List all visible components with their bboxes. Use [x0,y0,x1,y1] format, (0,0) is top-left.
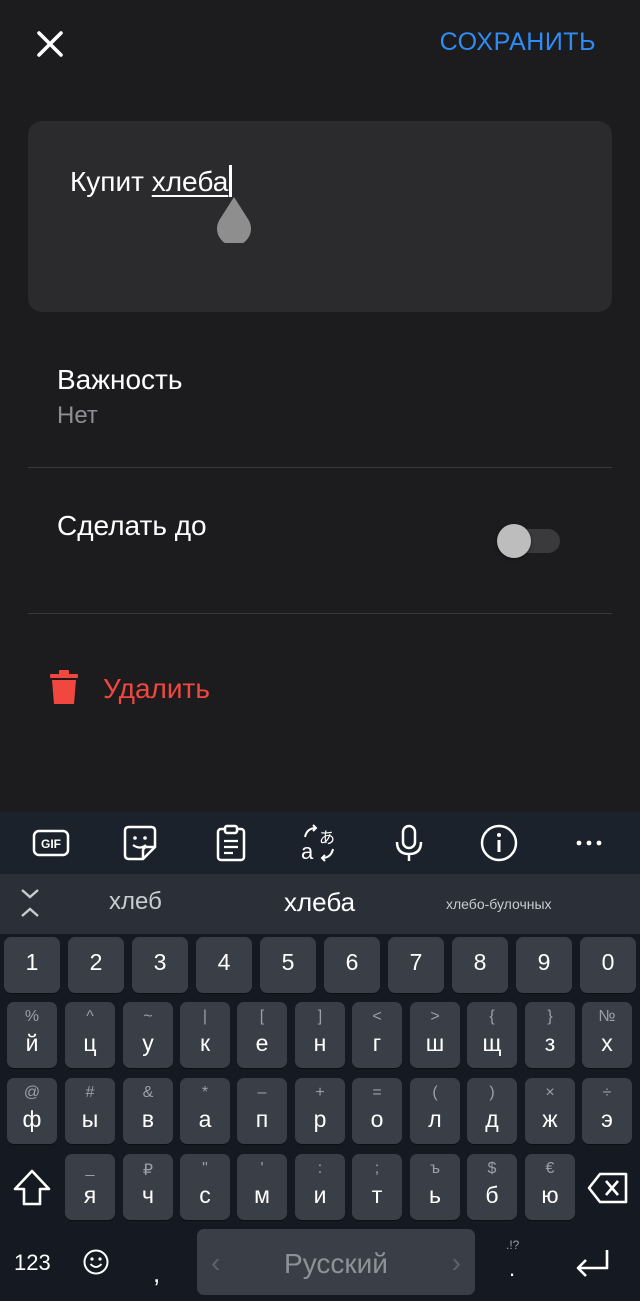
backspace-icon[interactable] [586,1170,630,1206]
info-icon[interactable] [479,823,519,863]
key-0[interactable]: 0 [580,937,636,993]
delete-button[interactable]: Удалить [40,660,340,716]
suggestion-item[interactable]: хлеб [109,888,162,916]
comma-key[interactable]: , [153,1258,160,1289]
letter-key[interactable]: {щ [467,1002,517,1068]
period-key-alt: .!? [506,1238,520,1252]
more-icon[interactable] [569,823,609,863]
emoji-icon[interactable] [82,1248,110,1276]
delete-label: Удалить [103,673,210,704]
letter-key[interactable]: | к [180,1002,230,1068]
letter-key[interactable]: } з [525,1002,575,1068]
letter-key[interactable]: @ ф [7,1078,57,1144]
letter-key[interactable]: (л [410,1078,460,1144]
letter-key[interactable]: ' м [237,1154,287,1220]
keyboard-toolbar: GIF a あ [0,812,640,874]
microphone-icon[interactable] [389,823,429,863]
deadline-toggle[interactable] [497,524,560,558]
deadline-title: Сделать до [57,510,207,541]
key-5[interactable]: 5 [260,937,316,993]
importance-title: Важность [57,364,183,395]
suggestion-bar: хлеб хлеба хлебо-булочных [0,874,640,934]
letter-key[interactable]: & в [123,1078,173,1144]
letter-key[interactable]: = о [352,1078,402,1144]
letter-key[interactable]: $ б [467,1154,517,1220]
letter-key[interactable]: ÷ э [582,1078,632,1144]
letter-key[interactable]: € ю [525,1154,575,1220]
divider [28,613,612,614]
toggle-knob [497,524,531,558]
key-7[interactable]: 7 [388,937,444,993]
space-bar[interactable]: ‹ Русский › [197,1229,475,1295]
shift-icon[interactable] [10,1166,54,1210]
letter-key[interactable]: [е [237,1002,287,1068]
cursor-handle-icon[interactable] [214,197,254,243]
suggestion-item[interactable]: хлебо-булочных [446,896,552,912]
task-text-prefix: Купит [70,166,152,197]
symbols-key[interactable]: 123 [14,1250,51,1276]
letter-key[interactable]: * а [180,1078,230,1144]
letter-key[interactable]: № х [582,1002,632,1068]
letter-key[interactable]: :и [295,1154,345,1220]
letter-key[interactable]: < г [352,1002,402,1068]
key-4[interactable]: 4 [196,937,252,993]
enter-icon[interactable] [572,1247,612,1279]
letter-key[interactable]: ~ у [123,1002,173,1068]
letter-key[interactable]: + р [295,1078,345,1144]
letter-key[interactable]: ; т [352,1154,402,1220]
letter-key[interactable]: – п [237,1078,287,1144]
key-3[interactable]: 3 [132,937,188,993]
translate-icon[interactable]: a あ [299,823,339,863]
letter-key[interactable]: × ж [525,1078,575,1144]
text-cursor [229,165,233,197]
letter-key[interactable]: ^ ц [65,1002,115,1068]
letter-key[interactable]: ) д [467,1078,517,1144]
task-text-word: хлеба [151,166,229,197]
letter-key[interactable]: ъь [410,1154,460,1220]
suggestion-item-primary[interactable]: хлеба [284,887,355,918]
key-6[interactable]: 6 [324,937,380,993]
letter-key[interactable]: ₽ ч [123,1154,173,1220]
letter-key[interactable]: ] н [295,1002,345,1068]
collapse-icon[interactable] [14,884,46,922]
key-1[interactable]: 1 [4,937,60,993]
letter-key[interactable]: > ш [410,1002,460,1068]
clipboard-icon[interactable] [211,823,251,863]
sticker-icon[interactable] [120,823,160,863]
divider [28,467,612,468]
period-key-main: . [509,1256,516,1281]
space-bar-label: Русский [284,1248,388,1279]
chevron-right-icon: › [451,1247,461,1278]
period-key[interactable]: .!? . [494,1238,530,1288]
svg-text:a: a [301,839,314,863]
importance-value: Нет [57,402,98,429]
letter-key[interactable]: # ы [65,1078,115,1144]
gif-icon[interactable]: GIF [31,823,71,863]
letter-key[interactable]: % й [7,1002,57,1068]
letter-key[interactable]: _ я [65,1154,115,1220]
top-bar: СОХРАНИТЬ [0,0,640,86]
close-icon[interactable] [30,24,70,64]
svg-text:あ: あ [319,828,335,847]
key-9[interactable]: 9 [516,937,572,993]
key-8[interactable]: 8 [452,937,508,993]
letter-key[interactable]: " с [180,1154,230,1220]
save-button[interactable]: СОХРАНИТЬ [440,28,596,57]
gif-label: GIF [41,837,61,851]
task-text-field[interactable]: Купит хлеба [28,121,612,312]
trash-icon [50,670,78,704]
key-2[interactable]: 2 [68,937,124,993]
task-text[interactable]: Купит хлеба [70,165,233,198]
